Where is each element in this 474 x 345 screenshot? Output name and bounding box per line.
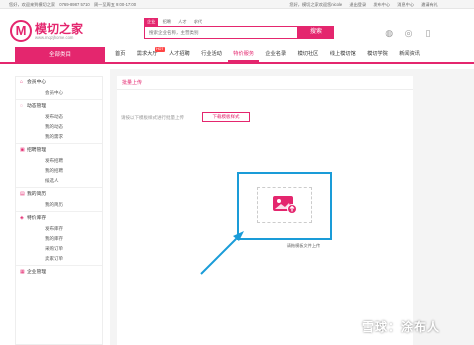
sidebar-group-dynamics: ◌ 动态管理 发布动态 我的动态 我的需求 [16, 101, 102, 142]
upload-highlight-box: 请拖模板文件上传 [237, 172, 332, 248]
sidebar-head-label: 招聘管理 [27, 148, 47, 153]
nav-item-online-hall[interactable]: 线上模切馆 [325, 47, 361, 62]
tag-icon: ◈ [20, 215, 24, 221]
publish-center-link[interactable]: 发布中心 [373, 2, 390, 7]
nav-item-news[interactable]: 新闻资讯 [394, 47, 425, 62]
search-tab-talent[interactable]: 人才 [175, 18, 189, 26]
image-upload-icon [273, 196, 297, 214]
sidebar-head-label: 我的简历 [27, 192, 47, 197]
logo-mark-icon: M [10, 20, 32, 42]
mobile-icon[interactable]: ▯ [422, 28, 434, 39]
sidebar-item-my-stock[interactable]: 我的库存 [16, 234, 102, 244]
sidebar-item-my-demands[interactable]: 我的需求 [16, 132, 102, 142]
hours-text: 周一至周五 9:00-17:00 [93, 2, 137, 7]
search-input[interactable] [144, 26, 298, 39]
invite-link[interactable]: 邀请有礼 [421, 2, 438, 7]
logout-link[interactable]: 退出登录 [349, 2, 366, 7]
welcome-text: 您好，模切之家欢迎您nicole [289, 2, 343, 7]
header: M 模切之家 www.mqzjhome.com 企业 招聘 人才 求代 搜索 ◍… [0, 9, 474, 47]
template-hint: 请按以下模板样式进行批量上传 [121, 115, 184, 120]
sidebar-item-publish-job[interactable]: 发布招聘 [16, 156, 102, 166]
nav-item-community[interactable]: 模切社区 [293, 47, 324, 62]
sidebar: ⌂ 会员中心 会员中心 ◌ 动态管理 发布动态 我的动态 我的需求 ▣ 招聘管理 发布… [15, 76, 103, 345]
search-tab-jobs[interactable]: 招聘 [160, 18, 174, 26]
nav-item-label: 人才招聘 [168, 51, 190, 57]
nav-item-label: 模切学院 [367, 51, 388, 57]
sidebar-head: ◌ 动态管理 [16, 101, 102, 112]
search-tab-demand[interactable]: 求代 [191, 18, 205, 26]
sidebar-head: ▤ 我的简历 [16, 189, 102, 200]
panel-title: 批量上传 [122, 80, 143, 86]
doc-icon: ▤ [20, 191, 25, 197]
main-nav: 全部类目 首页 需求大厅 HOT 人才招聘 行业活动 特价服务 企业名录 模切社区… [0, 47, 474, 64]
top-bar: 您好，欢迎来到模切之家 0769-8987 5710 周一至周五 9:00-17… [0, 0, 474, 9]
sidebar-item-purchase-orders[interactable]: 采购订单 [16, 244, 102, 254]
all-categories-button[interactable]: 全部类目 [15, 47, 105, 64]
nav-item-label: 需求大厅 [136, 51, 158, 57]
sidebar-head-label: 企业管理 [27, 270, 47, 275]
sidebar-head-label: 会员中心 [27, 80, 47, 85]
sidebar-head: ▣ 招聘管理 [16, 145, 102, 156]
search-button[interactable]: 搜索 [298, 26, 334, 39]
nav-item-directory[interactable]: 企业名录 [260, 47, 291, 62]
sidebar-item-member-center[interactable]: 会员中心 [16, 88, 102, 98]
nav-item-label: 特价服务 [233, 51, 255, 57]
greeting-text: 您好，欢迎来到模切之家 [9, 2, 56, 7]
home-icon: ⌂ [20, 79, 24, 85]
weibo-icon[interactable]: ◎ [403, 28, 415, 39]
download-template-button[interactable]: 下载模板样式 [202, 112, 250, 122]
divider [16, 143, 102, 144]
wechat-icon[interactable]: ◍ [383, 28, 395, 39]
sidebar-head: ◈ 特价库存 [16, 213, 102, 224]
nav-item-home[interactable]: 首页 [110, 47, 130, 62]
watermark: 雪球：涂布人 [362, 320, 441, 334]
sidebar-item-publish-dynamic[interactable]: 发布动态 [16, 112, 102, 122]
nav-item-academy[interactable]: 模切学院 [362, 47, 393, 62]
nav-item-label: 行业活动 [201, 51, 222, 57]
header-icons: ◍ ◎ ▯ [377, 28, 434, 39]
nav-item-label: 企业名录 [265, 51, 287, 57]
sidebar-head: ▦ 企业管理 [16, 267, 102, 278]
search-tabs: 企业 招聘 人才 求代 [144, 18, 334, 26]
divider [16, 99, 102, 100]
search-area: 企业 招聘 人才 求代 搜索 [144, 18, 334, 39]
nav-item-label: 线上模切馆 [329, 51, 356, 57]
sidebar-item-my-resume[interactable]: 我的简历 [16, 200, 102, 210]
sidebar-group-member: ⌂ 会员中心 会员中心 [16, 77, 102, 98]
sidebar-group-company: ▦ 企业管理 [16, 267, 102, 278]
nav-item-events[interactable]: 行业活动 [196, 47, 227, 62]
divider [16, 211, 102, 212]
message-center-link[interactable]: 消息中心 [397, 2, 414, 7]
sidebar-group-recruit: ▣ 招聘管理 发布招聘 我的招聘 候选人 [16, 145, 102, 186]
upload-label: 请拖模板文件上传 [286, 243, 321, 248]
sidebar-item-publish-stock[interactable]: 发布库存 [16, 224, 102, 234]
search-tab-company[interactable]: 企业 [144, 18, 159, 26]
divider [16, 187, 102, 188]
logo-url: www.mqzjhome.com [35, 35, 74, 40]
sidebar-item-my-dynamics[interactable]: 我的动态 [16, 122, 102, 132]
annotation-arrow [200, 231, 244, 275]
nav-item-label: 模切社区 [297, 51, 319, 57]
site-logo[interactable]: M 模切之家 www.mqzjhome.com [10, 20, 96, 44]
sidebar-item-seller-orders[interactable]: 卖家订单 [16, 254, 102, 264]
briefcase-icon: ▣ [20, 147, 25, 153]
upload-dropzone[interactable]: 请拖模板文件上传 [257, 187, 320, 248]
building-icon: ▦ [20, 269, 25, 275]
chat-icon: ◌ [20, 103, 23, 109]
sidebar-item-candidates[interactable]: 候选人 [16, 176, 102, 186]
divider [117, 89, 413, 90]
divider [16, 265, 102, 266]
nav-item-label: 首页 [115, 51, 126, 57]
sidebar-item-my-jobs[interactable]: 我的招聘 [16, 166, 102, 176]
sidebar-group-stock: ◈ 特价库存 发布库存 我的库存 采购订单 卖家订单 [16, 213, 102, 264]
nav-item-special-service[interactable]: 特价服务 [228, 47, 260, 62]
nav-item-label: 新闻资讯 [399, 51, 420, 57]
sidebar-head: ⌂ 会员中心 [16, 77, 102, 88]
nav-item-demand-hall[interactable]: 需求大厅 HOT [132, 47, 165, 62]
sidebar-head-label: 特价库存 [27, 216, 47, 221]
sidebar-head-label: 动态管理 [27, 104, 47, 109]
phone-text: 0769-8987 5710 [59, 2, 90, 7]
nav-item-jobs[interactable]: 人才招聘 [164, 47, 195, 62]
sidebar-group-resume: ▤ 我的简历 我的简历 [16, 189, 102, 210]
